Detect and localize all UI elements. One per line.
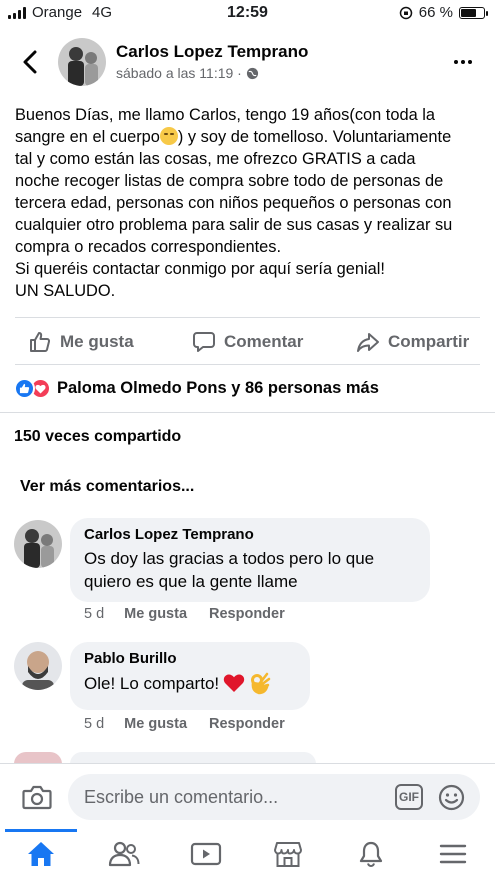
comment-text: Ole! Lo comparto! (84, 671, 296, 695)
comment-text: Os doy las gracias a todos pero lo que q… (84, 549, 375, 591)
reactions-text: Paloma Olmedo Pons y 86 personas más (57, 379, 379, 397)
nav-marketplace[interactable] (268, 837, 308, 871)
comment-composer: GIF (0, 763, 495, 829)
post-line: cualquier otro problema para salir de su… (15, 216, 453, 234)
red-heart-icon (223, 674, 245, 692)
nav-friends[interactable] (104, 837, 144, 871)
comment-reply-button[interactable]: Responder (209, 606, 285, 622)
post-body: Buenos Días, me llamo Carlos, tengo 19 a… (15, 104, 485, 302)
post-header: Carlos Lopez Temprano sábado a las 11:19… (0, 36, 495, 90)
post-line: sangre en el cuerpo) y soy de tomelloso.… (15, 127, 452, 146)
comment-actions: 5 d Me gusta Responder (84, 606, 307, 622)
home-icon (28, 842, 54, 866)
shares-count[interactable]: 150 veces compartido (14, 428, 181, 446)
post-line: compra o recados correspondientes. (15, 238, 282, 256)
more-options-button[interactable] (449, 50, 477, 74)
nav-watch[interactable] (186, 837, 226, 871)
like-icon (14, 378, 35, 399)
post-line: UN SALUDO. (15, 282, 116, 300)
post-line: noche recoger listas de compra sobre tod… (15, 172, 444, 190)
battery-icon (459, 6, 488, 19)
battery-percent: 66 % (418, 4, 453, 21)
back-button[interactable] (16, 48, 44, 76)
divider (0, 412, 495, 413)
comment-bubble[interactable]: Pablo Burillo Ole! Lo comparto! (70, 642, 310, 710)
friends-icon (108, 841, 140, 867)
notifications-bell-icon (359, 841, 383, 868)
relieved-face-emoji-icon (159, 127, 178, 145)
divider (15, 364, 480, 365)
post-line: tal y como están las cosas, me ofrezco G… (15, 150, 416, 168)
author-avatar[interactable] (58, 38, 106, 86)
gif-button[interactable]: GIF (395, 784, 423, 810)
post-timestamp[interactable]: sábado a las 11:19 · (116, 65, 242, 81)
nav-notifications[interactable] (351, 837, 391, 871)
smiley-icon (438, 784, 465, 811)
commenter-avatar[interactable] (14, 520, 62, 568)
comment-author[interactable]: Pablo Burillo (84, 650, 296, 667)
comment-bubble-icon (193, 332, 215, 352)
commenter-avatar[interactable] (14, 642, 62, 690)
reaction-icons (14, 378, 51, 399)
chevron-left-icon (23, 50, 37, 74)
nav-menu[interactable] (433, 837, 473, 871)
status-bar: Orange 4G 12:59 66 % (0, 0, 495, 26)
comment-like-button[interactable]: Me gusta (124, 606, 187, 622)
comment-actions: 5 d Me gusta Responder (84, 716, 307, 732)
camera-icon (22, 785, 52, 810)
reactions-summary[interactable]: Paloma Olmedo Pons y 86 personas más (14, 378, 379, 399)
share-button[interactable]: Compartir (356, 330, 469, 354)
comment-button[interactable]: Comentar (192, 330, 303, 354)
bottom-navigation (0, 829, 495, 880)
orientation-lock-icon (399, 6, 413, 19)
share-arrow-icon (357, 333, 379, 352)
comment-like-button[interactable]: Me gusta (124, 716, 187, 732)
comment-bubble[interactable]: Carlos Lopez Temprano Os doy las gracias… (70, 518, 430, 602)
post-meta: sábado a las 11:19 · (116, 65, 259, 81)
active-tab-indicator (5, 829, 77, 832)
battery-fill (461, 8, 476, 17)
comment-author[interactable]: Carlos Lopez Temprano (84, 526, 416, 543)
post-action-bar: Me gusta Comentar Compartir (0, 322, 495, 362)
post-line: Si queréis contactar conmigo por aquí se… (15, 260, 385, 278)
camera-button[interactable] (22, 784, 52, 810)
post-line: tercera edad, personas con niños pequeño… (15, 194, 452, 212)
comment-time: 5 d (84, 716, 105, 732)
like-button[interactable]: Me gusta (28, 330, 134, 354)
comment-time: 5 d (84, 606, 105, 622)
nav-home[interactable] (21, 837, 61, 871)
comment-reply-button[interactable]: Responder (209, 716, 285, 732)
globe-icon (246, 67, 258, 79)
ok-hand-icon (251, 672, 271, 695)
watch-icon (190, 842, 222, 866)
divider (15, 317, 480, 318)
marketplace-icon (274, 842, 302, 867)
status-right: 66 % (399, 4, 488, 21)
thumbs-up-icon (30, 332, 51, 352)
emoji-button[interactable] (438, 784, 465, 811)
author-name[interactable]: Carlos Lopez Temprano (116, 42, 308, 62)
view-more-comments-link[interactable]: Ver más comentarios... (20, 478, 194, 496)
post-line: Buenos Días, me llamo Carlos, tengo 19 a… (15, 106, 436, 124)
hamburger-menu-icon (439, 844, 467, 864)
